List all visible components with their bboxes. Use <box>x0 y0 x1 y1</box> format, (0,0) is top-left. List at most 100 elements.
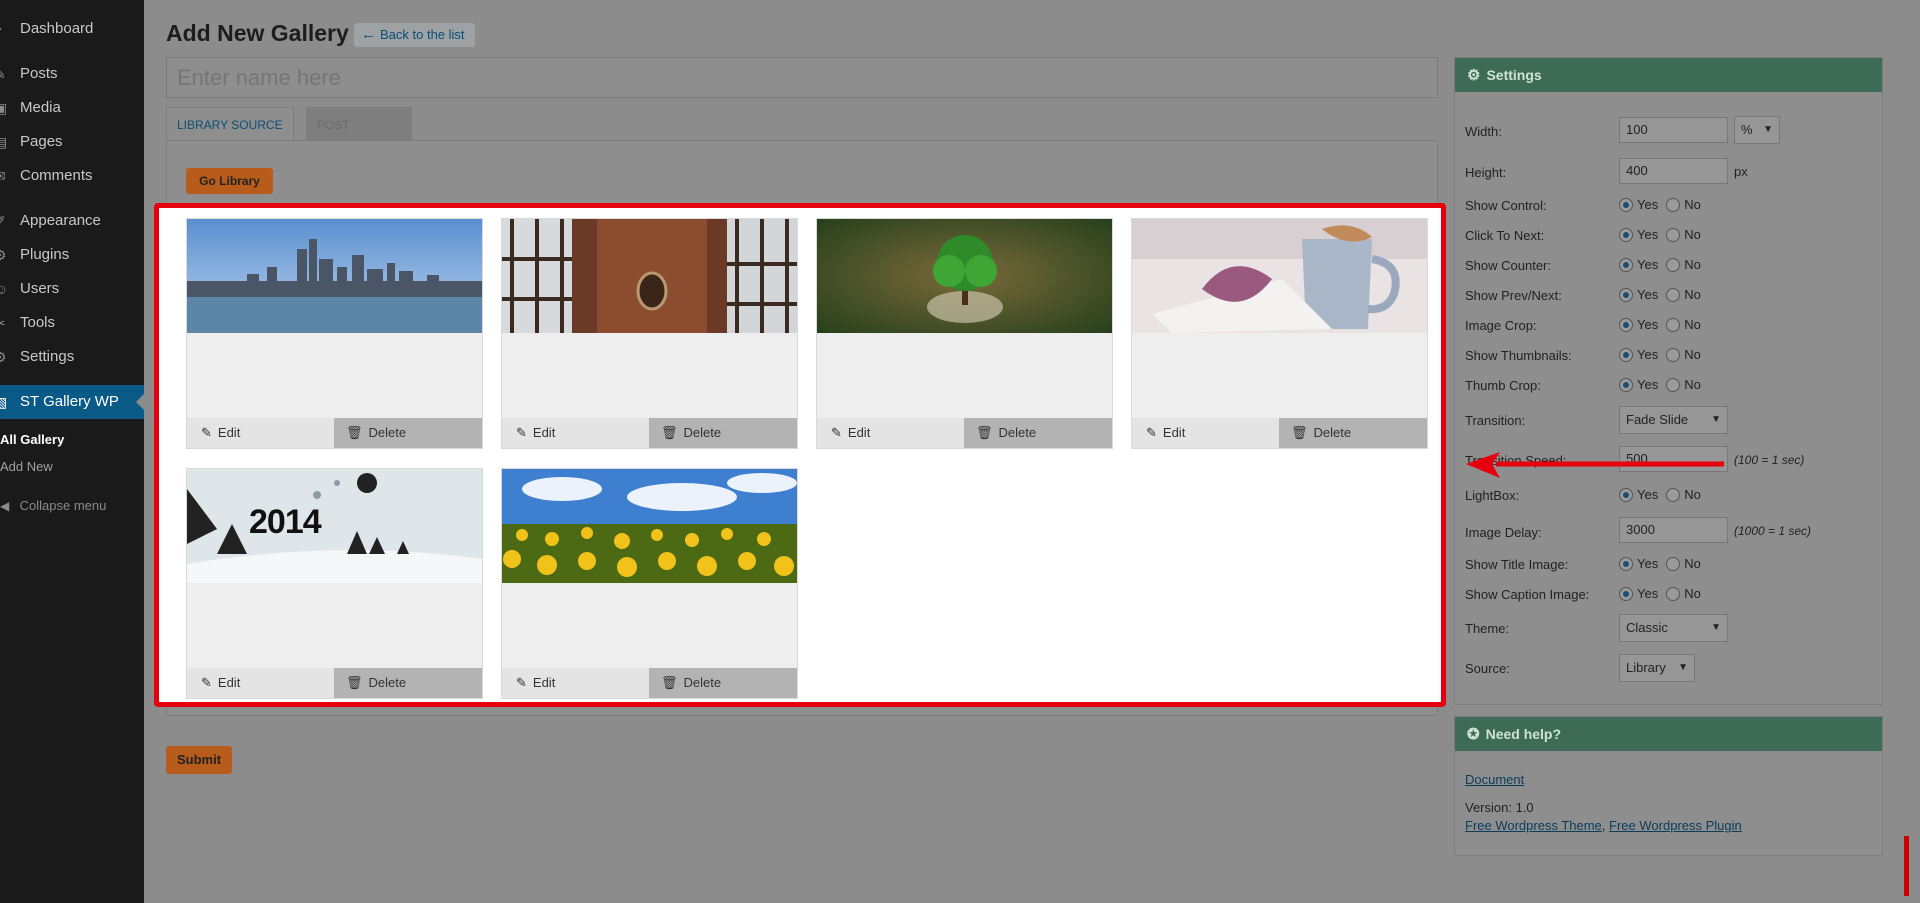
radio-yes[interactable] <box>1619 487 1633 502</box>
trash-icon: 🗑 <box>976 425 993 440</box>
radio-yes[interactable] <box>1619 347 1633 362</box>
edit-button[interactable]: ✎ Edit <box>817 418 964 448</box>
sidebar-item-users[interactable]: ☺ Users <box>0 272 144 306</box>
radio-no[interactable] <box>1666 556 1681 571</box>
tab-library-source[interactable]: LIBRARY SOURCE <box>166 107 294 141</box>
pencil-icon: ✎ <box>516 675 527 690</box>
edit-label: Edit <box>847 425 871 440</box>
delete-button[interactable]: 🗑 Delete <box>334 418 482 448</box>
gallery-image-cup-and-leaf[interactable] <box>1132 219 1427 333</box>
sidebar-item-label: Plugins <box>20 246 70 263</box>
edit-button[interactable]: ✎ Edit <box>187 668 334 698</box>
edit-button[interactable]: ✎ Edit <box>502 668 649 698</box>
show-prev-next-label: Show Prev/Next: <box>1465 288 1562 303</box>
radio-yes-label: Yes <box>1637 227 1659 242</box>
back-to-list-button[interactable]: ← Back to the list <box>354 23 475 47</box>
free-theme-link[interactable]: Free Wordpress Theme <box>1465 818 1602 833</box>
link-separator: , <box>1601 818 1610 833</box>
edit-label: Edit <box>217 675 241 690</box>
edit-label: Edit <box>532 425 556 440</box>
thumb-crop-radios: Yes No <box>1619 377 1709 392</box>
edit-button[interactable]: ✎ Edit <box>502 418 649 448</box>
document-link[interactable]: Document <box>1465 772 1524 787</box>
sidebar-item-dashboard[interactable]: ◔ Dashboard <box>0 12 144 46</box>
source-select[interactable]: Library ▼ <box>1619 654 1695 682</box>
radio-yes[interactable] <box>1619 197 1633 212</box>
height-input[interactable]: 400 <box>1619 158 1728 184</box>
show-prev-next-radios: Yes No <box>1619 287 1709 302</box>
radio-no[interactable] <box>1666 586 1681 601</box>
radio-yes[interactable] <box>1619 586 1633 601</box>
settings-icon: ⚙ <box>0 349 7 365</box>
dropdown-caret-icon: ▼ <box>1763 124 1773 135</box>
radio-yes[interactable] <box>1619 227 1633 242</box>
radio-yes[interactable] <box>1619 257 1633 272</box>
sidebar-item-label: Dashboard <box>20 20 94 37</box>
gallery-name-input[interactable] <box>166 57 1438 98</box>
submenu-all-gallery[interactable]: All Gallery <box>0 432 64 447</box>
media-icon: ▣ <box>0 100 8 116</box>
edit-label: Edit <box>1162 425 1186 440</box>
gallery-image-city-skyline[interactable] <box>187 219 482 333</box>
delete-button[interactable]: 🗑 Delete <box>649 418 797 448</box>
sidebar-item-plugins[interactable]: ⚙ Plugins <box>0 238 144 272</box>
delete-label: Delete <box>998 425 1037 440</box>
edit-button[interactable]: ✎ Edit <box>187 418 334 448</box>
settings-title: Settings <box>1486 67 1542 83</box>
sidebar-item-tools[interactable]: ✂ Tools <box>0 306 144 340</box>
image-delay-input[interactable]: 3000 <box>1619 517 1728 543</box>
trash-icon: 🗑 <box>346 675 363 690</box>
radio-no[interactable] <box>1666 487 1681 502</box>
radio-yes[interactable] <box>1619 317 1633 332</box>
comments-icon: ✉ <box>0 168 8 184</box>
transition-select[interactable]: Fade Slide ▼ <box>1619 406 1728 434</box>
trash-icon: 🗑 <box>661 425 678 440</box>
radio-no[interactable] <box>1666 317 1681 332</box>
gallery-image-vintage-room[interactable] <box>502 219 797 333</box>
free-plugin-link[interactable]: Free Wordpress Plugin <box>1609 818 1742 833</box>
submenu-add-new[interactable]: Add New <box>0 459 53 474</box>
gallery-image-sunflower-field[interactable] <box>502 469 797 583</box>
sidebar-item-pages[interactable]: ▤ Pages <box>0 125 144 159</box>
sidebar-item-comments[interactable]: ✉ Comments <box>0 159 144 193</box>
tab-post-source[interactable]: POST SOURCE <box>306 107 412 166</box>
help-links: Free Wordpress Theme, Free Wordpress Plu… <box>1465 818 1742 833</box>
radio-yes-label: Yes <box>1637 287 1659 302</box>
width-input[interactable]: 100 <box>1619 117 1728 143</box>
collapse-menu[interactable]: ◀ Collapse menu <box>0 498 106 513</box>
go-library-button[interactable]: Go Library <box>186 168 273 194</box>
delete-label: Delete <box>683 425 722 440</box>
radio-yes[interactable] <box>1619 287 1633 302</box>
delete-button[interactable]: 🗑 Delete <box>649 668 797 698</box>
delete-button[interactable]: 🗑 Delete <box>334 668 482 698</box>
gallery-item: ✎ Edit 🗑 Delete <box>816 218 1113 449</box>
dropdown-caret-icon: ▼ <box>1678 662 1688 673</box>
show-thumbnails-radios: Yes No <box>1619 347 1709 362</box>
sidebar-item-st-gallery[interactable]: ▧ ST Gallery WP <box>0 385 144 419</box>
radio-yes[interactable] <box>1619 377 1633 392</box>
gallery-highlight-area: ✎ Edit 🗑 Delete ✎ Edit 🗑 Delete ✎ Edit 🗑… <box>154 203 1446 707</box>
radio-no[interactable] <box>1666 287 1681 302</box>
sidebar-item-appearance[interactable]: ✐ Appearance <box>0 204 144 238</box>
submit-button[interactable]: Submit <box>166 746 232 774</box>
sidebar-item-settings[interactable]: ⚙ Settings <box>0 340 144 374</box>
page-title: Add New Gallery <box>166 20 349 46</box>
radio-no[interactable] <box>1666 197 1681 212</box>
theme-select[interactable]: Classic ▼ <box>1619 614 1728 642</box>
gallery-image-tree-in-glass[interactable] <box>817 219 1112 333</box>
edit-button[interactable]: ✎ Edit <box>1132 418 1279 448</box>
sidebar-item-media[interactable]: ▣ Media <box>0 91 144 125</box>
delete-button[interactable]: 🗑 Delete <box>964 418 1112 448</box>
gallery-image-new-year-2014[interactable]: 2014 <box>187 469 482 583</box>
gallery-item: ✎ Edit 🗑 Delete <box>186 218 483 449</box>
radio-yes[interactable] <box>1619 556 1633 571</box>
sidebar-item-posts[interactable]: ✎ Posts <box>0 57 144 91</box>
radio-no[interactable] <box>1666 257 1681 272</box>
width-unit-select[interactable]: % ▼ <box>1734 116 1780 144</box>
radio-no[interactable] <box>1666 347 1681 362</box>
pencil-icon: ✎ <box>201 675 212 690</box>
radio-no[interactable] <box>1666 227 1681 242</box>
radio-no[interactable] <box>1666 377 1681 392</box>
delete-button[interactable]: 🗑 Delete <box>1279 418 1427 448</box>
sidebar-item-label: Comments <box>20 167 93 184</box>
